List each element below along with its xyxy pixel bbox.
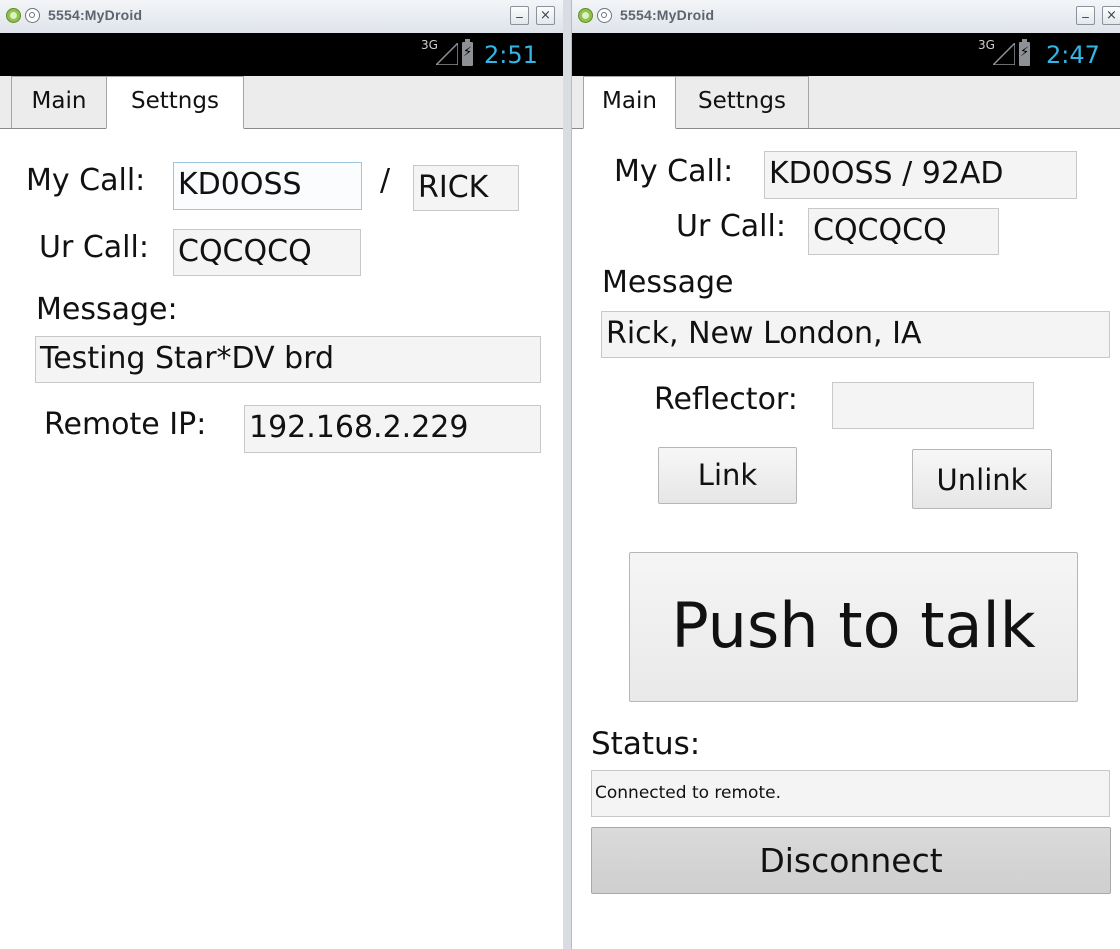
message-input[interactable]: Rick, New London, IA [601,311,1110,358]
close-button[interactable]: × [1102,6,1120,25]
window-menu-icon[interactable] [25,8,40,23]
minimize-button[interactable]: _ [510,4,529,25]
settings-panel: My Call: KD0OSS / RICK Ur Call: CQCQCQ M… [0,129,563,949]
window-titlebar: 5554:MyDroid _ × [0,0,563,34]
tab-bar: Main Settngs [0,76,563,129]
push-to-talk-button[interactable]: Push to talk [629,552,1078,702]
clock: 2:47 [1046,41,1100,69]
reflector-label: Reflector: [654,382,798,417]
disconnect-button[interactable]: Disconnect [591,827,1111,894]
window-title: 5554:MyDroid [620,7,715,23]
call-suffix-input[interactable]: RICK [413,165,519,211]
status-text: Connected to remote. [591,770,1110,817]
close-button[interactable]: × [536,6,555,25]
battery-icon: ⚡ [1019,39,1030,66]
tab-settings[interactable]: Settngs [675,76,809,128]
reflector-input[interactable] [832,382,1034,429]
ur-call-label: Ur Call: [676,209,786,244]
ur-call-input[interactable]: CQCQCQ [808,208,999,255]
android-icon [6,8,21,23]
link-button[interactable]: Link [658,447,797,504]
unlink-button[interactable]: Unlink [912,449,1052,509]
main-panel: My Call: KD0OSS / 92AD Ur Call: CQCQCQ M… [572,129,1120,949]
ur-call-label: Ur Call: [39,230,149,265]
remote-ip-input[interactable]: 192.168.2.229 [244,405,541,453]
my-call-label: My Call: [614,154,734,189]
battery-icon: ⚡ [462,39,473,66]
window-gap [563,0,571,949]
window-title: 5554:MyDroid [48,7,143,23]
signal-icon [436,43,458,65]
ur-call-input[interactable]: CQCQCQ [173,229,361,276]
clock: 2:51 [484,41,538,69]
emulator-window-settings: 5554:MyDroid _ × 3G ⚡ 2:51 Main Settngs … [0,0,564,949]
signal-icon [993,43,1015,65]
window-titlebar: 5554:MyDroid _ × [572,0,1120,34]
message-input[interactable]: Testing Star*DV brd [35,336,541,383]
tab-main[interactable]: Main [583,76,676,129]
message-label: Message: [36,292,178,327]
my-call-input[interactable]: KD0OSS / 92AD [764,151,1077,199]
android-status-bar: 3G ⚡ 2:47 [572,33,1120,76]
android-status-bar: 3G ⚡ 2:51 [0,33,563,76]
tab-settings[interactable]: Settngs [106,76,244,129]
call-separator: / [380,163,391,198]
status-label: Status: [591,726,701,762]
tab-bar: Main Settngs [572,76,1120,129]
my-call-label: My Call: [26,163,146,198]
remote-ip-label: Remote IP: [44,407,207,442]
tab-main[interactable]: Main [11,76,107,128]
message-label: Message [602,265,734,300]
emulator-window-main: 5554:MyDroid _ × 3G ⚡ 2:47 Main Settngs … [571,0,1120,949]
my-call-input[interactable]: KD0OSS [173,162,362,210]
android-icon [578,8,593,23]
minimize-button[interactable]: _ [1076,4,1095,25]
window-menu-icon[interactable] [597,8,612,23]
